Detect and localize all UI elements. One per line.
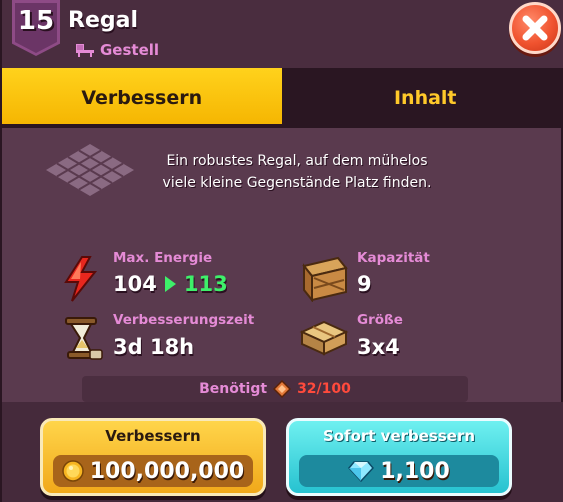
tab-bar: Verbessern Inhalt	[2, 68, 563, 128]
gem-icon	[348, 461, 375, 482]
required-bar: Benötigt 32/100	[82, 376, 468, 402]
item-subtitle: Gestell	[100, 41, 160, 59]
close-icon	[522, 15, 548, 41]
upgrade-cost: 100,000,000	[53, 455, 253, 487]
upgrade-time-value: 3d 18h	[113, 335, 195, 359]
instant-upgrade-button[interactable]: Sofort verbessern 1,100	[286, 418, 512, 496]
capacity-label: Kapazität	[357, 250, 430, 266]
upgrade-time-label: Verbesserungszeit	[113, 312, 255, 328]
required-label: Benötigt	[199, 381, 268, 397]
item-description: Ein robustes Regal, auf dem mühelos viel…	[162, 153, 432, 191]
energy-label: Max. Energie	[113, 250, 213, 266]
required-count: 32/100	[297, 381, 351, 397]
upgrade-cost-value: 100,000,000	[89, 458, 245, 484]
size-value: 3x4	[357, 335, 400, 359]
energy-current: 104	[113, 272, 157, 296]
arrow-right-icon	[164, 276, 176, 292]
energy-value: 104 113	[113, 272, 228, 296]
level-number: 15	[17, 6, 55, 36]
tab-verbessern[interactable]: Verbessern	[2, 68, 286, 128]
size-label: Größe	[357, 312, 403, 328]
tab-divider	[2, 124, 563, 128]
panel-header: 15 Regal Gestell	[2, 0, 563, 68]
lightning-icon	[64, 256, 98, 302]
item-title: Regal	[68, 8, 138, 33]
tab-inhalt[interactable]: Inhalt	[285, 68, 563, 128]
instant-upgrade-cost: 1,100	[299, 455, 499, 487]
hourglass-icon	[65, 317, 103, 360]
coin-icon	[62, 460, 84, 482]
instant-upgrade-value: 1,100	[380, 458, 450, 484]
boxes-icon	[299, 320, 349, 356]
token-icon	[273, 380, 292, 398]
upgrade-panel: 15 Regal Gestell Verbessern Inhalt Ein r…	[0, 0, 563, 502]
capacity-value: 9	[357, 272, 372, 296]
upgrade-button-label: Verbessern	[105, 427, 201, 445]
energy-next: 113	[183, 272, 228, 296]
crate-icon	[302, 256, 348, 302]
item-category: Gestell	[74, 41, 159, 59]
instant-upgrade-label: Sofort verbessern	[322, 427, 476, 445]
close-button[interactable]	[509, 2, 561, 54]
chair-icon	[76, 44, 94, 57]
level-badge: 15	[12, 0, 60, 56]
floor-grid-icon	[46, 144, 134, 196]
upgrade-button[interactable]: Verbessern 100,000,000	[40, 418, 266, 496]
